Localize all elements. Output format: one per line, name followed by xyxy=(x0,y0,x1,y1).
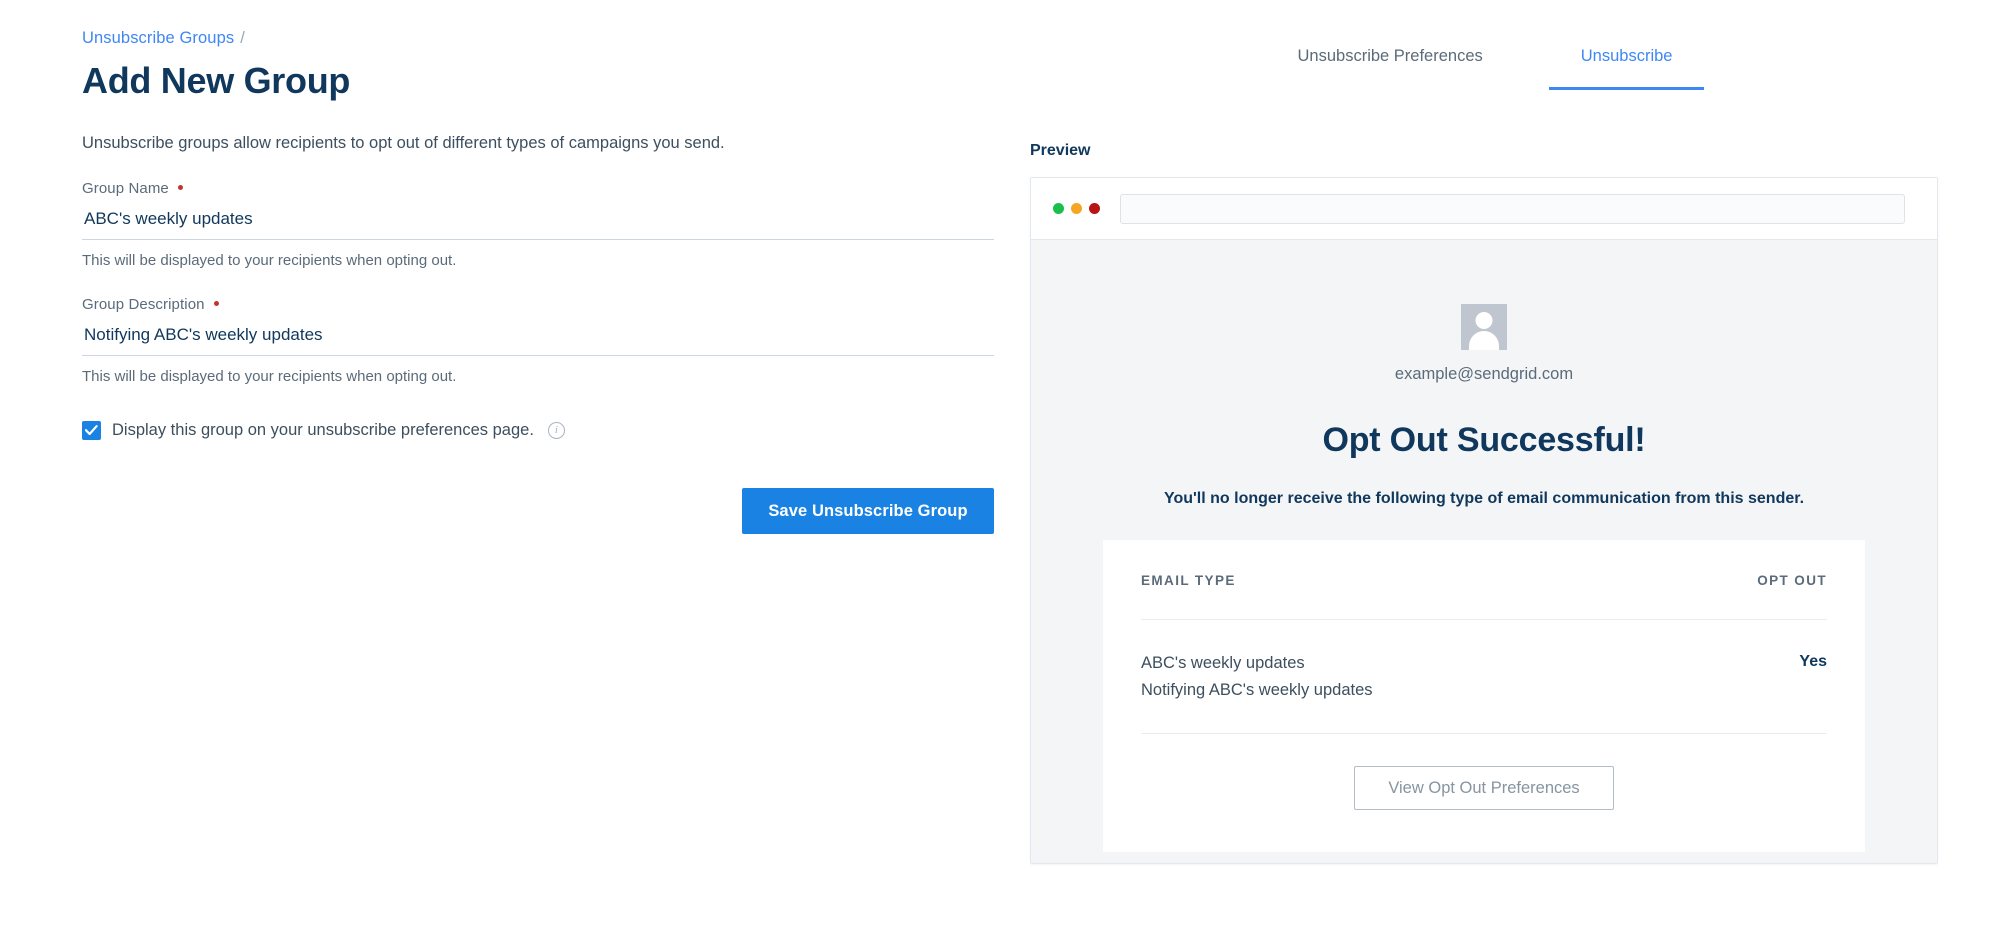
group-name-label-text: Group Name xyxy=(82,180,169,197)
browser-dot-red-icon xyxy=(1089,203,1100,214)
display-on-preferences-checkbox[interactable] xyxy=(82,420,101,440)
browser-dot-orange-icon xyxy=(1071,203,1082,214)
breadcrumb: Unsubscribe Groups / xyxy=(82,28,998,48)
row-group-description: Notifying ABC's weekly updates xyxy=(1141,681,1373,699)
app-root: Unsubscribe Groups / Add New Group Unsubs… xyxy=(0,0,2000,942)
preview-content: example@sendgrid.com Opt Out Successful!… xyxy=(1031,240,1937,863)
field-group-name: Group Name This will be displayed to you… xyxy=(82,180,998,270)
preview-card: example@sendgrid.com Opt Out Successful!… xyxy=(1030,177,1938,864)
opt-out-summary-card: EMAIL TYPE OPT OUT ABC's weekly updates … xyxy=(1103,540,1865,852)
display-on-preferences-label: Display this group on your unsubscribe p… xyxy=(112,421,534,439)
page-title: Add New Group xyxy=(82,60,351,101)
table-cell-opt-out: Yes xyxy=(1668,619,1827,734)
recipient-email: example@sendgrid.com xyxy=(1394,365,1574,383)
group-description-label: Group Description xyxy=(82,296,998,314)
group-name-label: Group Name xyxy=(82,180,998,198)
required-dot-icon xyxy=(178,185,184,190)
table-cell-email-type: ABC's weekly updates Notifying ABC's wee… xyxy=(1141,619,1669,734)
breadcrumb-separator: / xyxy=(240,29,245,47)
avatar xyxy=(1461,304,1507,350)
intro-description: Unsubscribe groups allow recipients to o… xyxy=(82,134,725,152)
group-form-panel: Unsubscribe Groups / Add New Group Unsubs… xyxy=(82,0,998,534)
avatar-head-icon xyxy=(1475,312,1493,329)
info-icon[interactable]: i xyxy=(547,421,565,439)
browser-dot-green-icon xyxy=(1053,203,1064,214)
browser-chrome xyxy=(1031,178,1937,240)
tab-unsubscribe-preferences[interactable]: Unsubscribe Preferences xyxy=(1298,46,1483,90)
view-prefs-wrapper: View Opt Out Preferences xyxy=(1141,734,1827,852)
opt-out-table: EMAIL TYPE OPT OUT ABC's weekly updates … xyxy=(1141,540,1827,734)
checkmark-icon xyxy=(85,424,98,435)
browser-url-bar[interactable] xyxy=(1120,193,1905,224)
opt-out-success-subtitle: You'll no longer receive the following t… xyxy=(1163,490,1805,507)
field-group-description: Group Description This will be displayed… xyxy=(82,296,998,386)
group-name-help: This will be displayed to your recipient… xyxy=(82,252,457,269)
breadcrumb-link-unsubscribe-groups[interactable]: Unsubscribe Groups xyxy=(82,29,234,47)
view-opt-out-preferences-button[interactable]: View Opt Out Preferences xyxy=(1354,766,1614,810)
group-description-input[interactable] xyxy=(82,324,994,356)
avatar-body-icon xyxy=(1469,331,1499,350)
table-header-row: EMAIL TYPE OPT OUT xyxy=(1141,540,1827,620)
group-name-input[interactable] xyxy=(82,208,994,240)
column-header-email-type: EMAIL TYPE xyxy=(1141,540,1669,620)
opt-out-success-title: Opt Out Successful! xyxy=(1322,421,1646,459)
table-row: ABC's weekly updates Notifying ABC's wee… xyxy=(1141,619,1827,734)
column-header-opt-out: OPT OUT xyxy=(1668,540,1827,620)
required-dot-icon xyxy=(213,301,219,306)
save-unsubscribe-group-button[interactable]: Save Unsubscribe Group xyxy=(742,488,994,534)
tab-unsubscribe[interactable]: Unsubscribe xyxy=(1548,46,1705,90)
browser-traffic-lights xyxy=(1053,203,1100,214)
form-actions: Save Unsubscribe Group xyxy=(82,488,994,534)
group-description-help: This will be displayed to your recipient… xyxy=(82,368,457,385)
group-description-label-text: Group Description xyxy=(82,296,205,313)
display-on-preferences-row: Display this group on your unsubscribe p… xyxy=(82,420,998,440)
preview-label: Preview xyxy=(1030,142,1091,159)
preview-tabs: Unsubscribe Preferences Unsubscribe xyxy=(1030,46,1940,90)
row-group-name: ABC's weekly updates xyxy=(1141,654,1305,672)
